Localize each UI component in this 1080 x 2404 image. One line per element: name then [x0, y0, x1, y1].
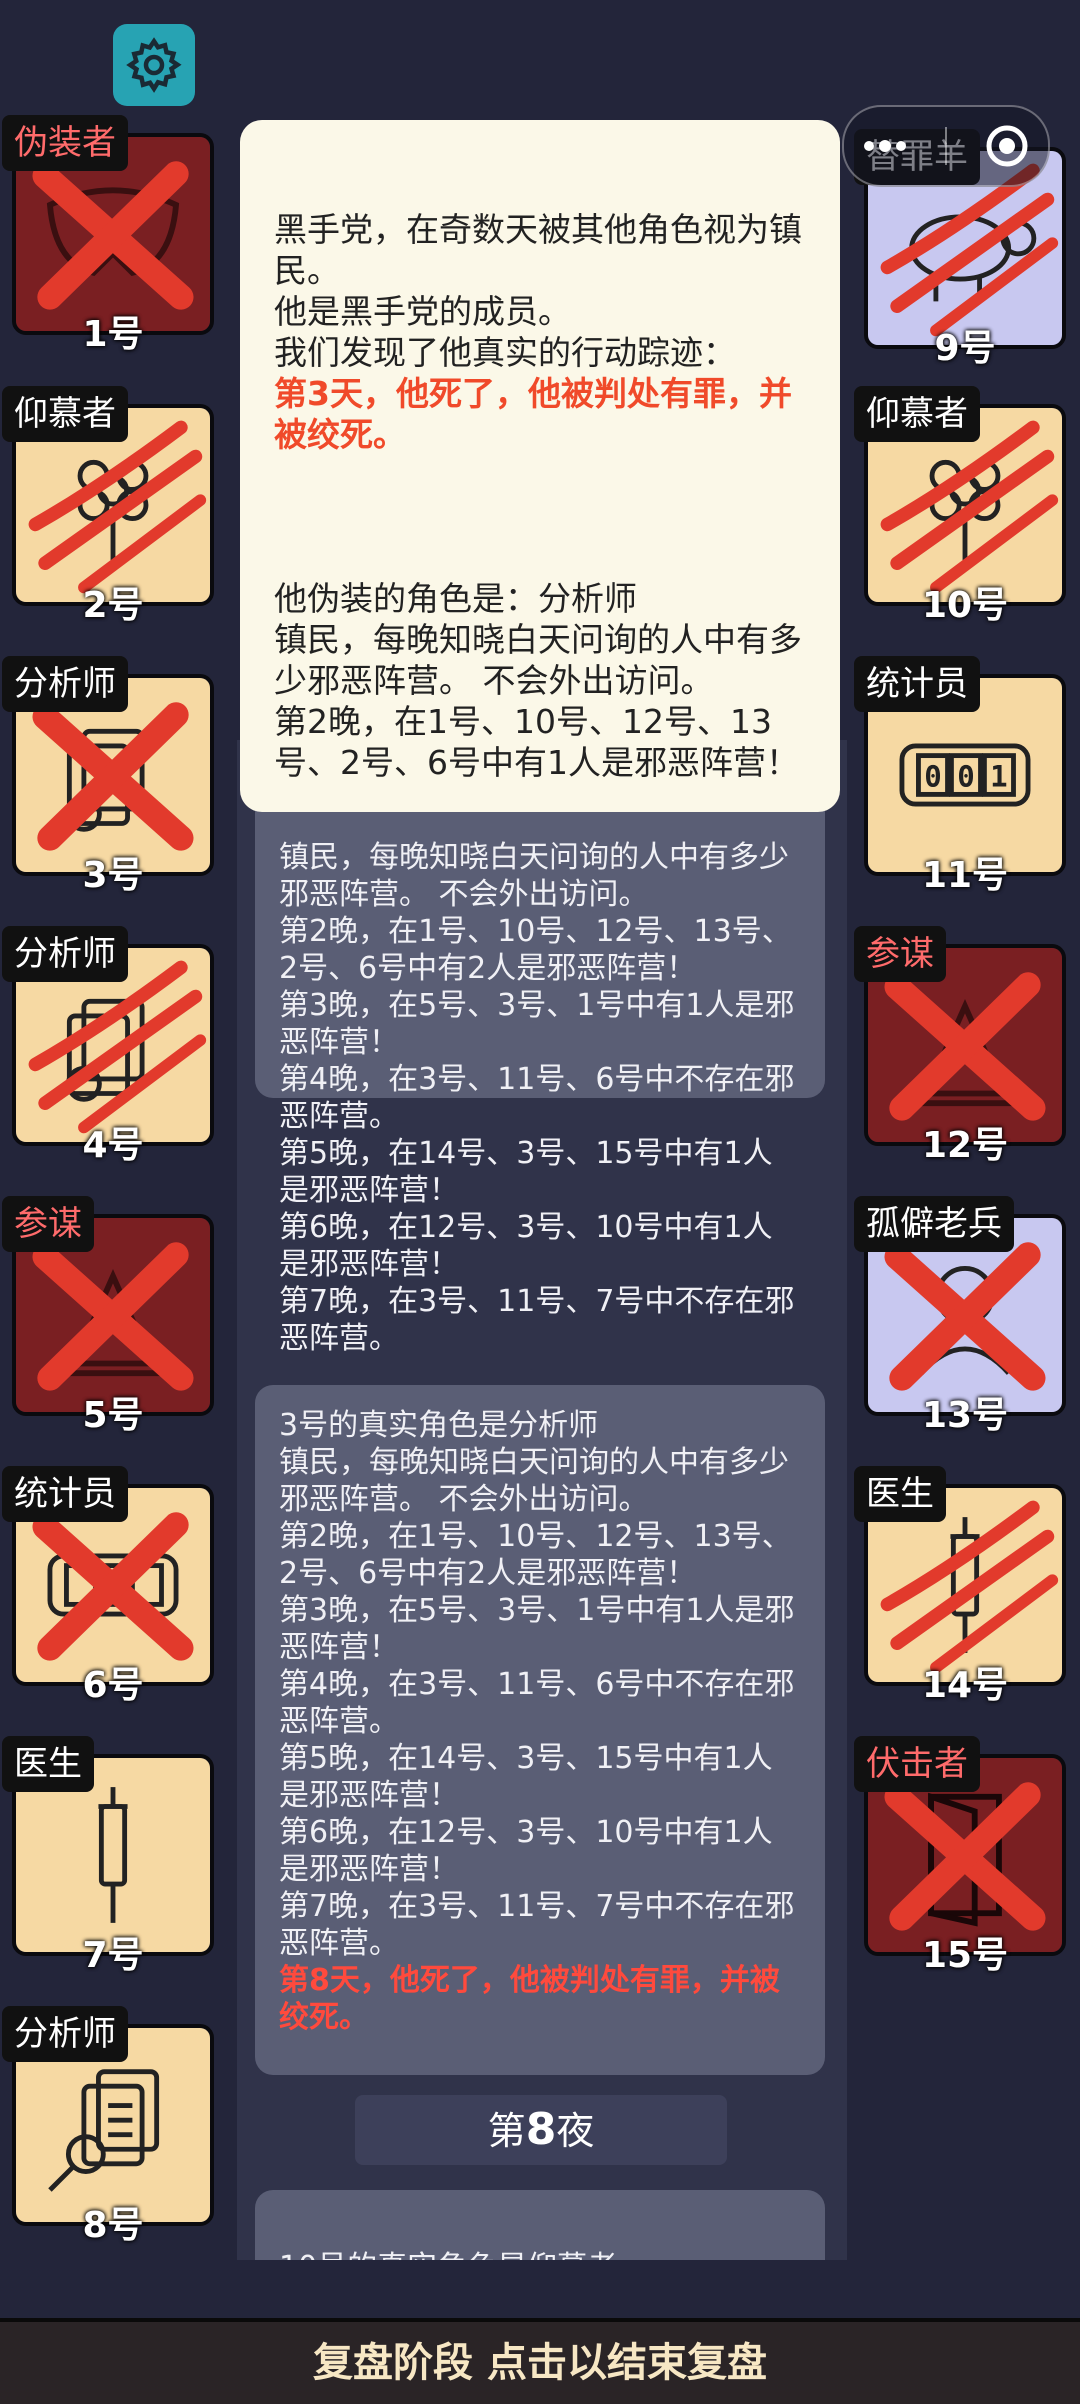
player-card-8[interactable]: 分析师 8号	[2, 2006, 214, 2246]
player-card-6[interactable]: 统计员 6号	[2, 1466, 214, 1706]
seat-number: 6号	[82, 1665, 144, 1706]
role-label: 分析师	[2, 926, 128, 982]
log-entry-2-text: 3号的真实角色是分析师 镇民，每晚知晓白天问询的人中有多少邪恶阵营。 不会外出访…	[279, 1408, 795, 1961]
seat-number: 4号	[82, 1125, 144, 1166]
role-label: 参谋	[2, 1196, 94, 1252]
role-label: 分析师	[2, 656, 128, 712]
seat-number: 12号	[921, 1125, 1009, 1166]
svg-text:1: 1	[990, 760, 1008, 794]
night-number: 8	[525, 2104, 557, 2155]
seat-number: 14号	[921, 1665, 1009, 1706]
role-label: 医生	[2, 1736, 94, 1792]
log-entry-2: 3号的真实角色是分析师 镇民，每晚知晓白天问询的人中有多少邪恶阵营。 不会外出访…	[255, 1385, 825, 2075]
capsule-divider	[944, 127, 947, 165]
review-log[interactable]: 镇民，每晚知晓白天问询的人中有多少邪恶阵营。 不会外出访问。 第2晚，在1号、1…	[237, 740, 847, 2260]
svg-text:0: 0	[957, 760, 975, 794]
player-card-12[interactable]: 参谋 12号	[854, 926, 1066, 1166]
seat-number: 5号	[82, 1395, 144, 1436]
player-card-1[interactable]: 伪装者 1号	[2, 115, 214, 355]
role-label: 孤僻老兵	[854, 1196, 1014, 1252]
seat-number: 11号	[921, 855, 1009, 896]
role-label: 仰慕者	[2, 386, 128, 442]
role-label: 参谋	[854, 926, 946, 982]
end-review-bar[interactable]: 复盘阶段 点击以结束复盘	[0, 2318, 1080, 2404]
player-card-5[interactable]: 参谋 5号	[2, 1196, 214, 1436]
log-entry-1-text: 镇民，每晚知晓白天问询的人中有多少邪恶阵营。 不会外出访问。 第2晚，在1号、1…	[279, 840, 795, 1356]
role-label: 伏击者	[854, 1736, 980, 1792]
player-card-4[interactable]: 分析师 4号	[2, 926, 214, 1166]
player-card-13[interactable]: 孤僻老兵 13号	[854, 1196, 1066, 1436]
player-card-7[interactable]: 医生 7号	[2, 1736, 214, 1976]
role-detail-popup[interactable]: 黑手党，在奇数天被其他角色视为镇民。 他是黑手党的成员。 我们发现了他真实的行动…	[240, 120, 840, 812]
seat-number: 2号	[82, 585, 144, 626]
player-card-10[interactable]: 仰慕者 10号	[854, 386, 1066, 626]
seat-number: 9号	[934, 328, 996, 369]
player-card-2[interactable]: 仰慕者 2号	[2, 386, 214, 626]
role-label: 统计员	[2, 1466, 128, 1522]
player-card-14[interactable]: 医生 14号	[854, 1466, 1066, 1706]
log-entry-3-text: 10号的真实角色是仰慕者 镇民，游戏开始时选择一人，在该	[279, 2250, 729, 2260]
role-label: 仰慕者	[854, 386, 980, 442]
popup-intro: 黑手党，在奇数天被其他角色视为镇民。 他是黑手党的成员。 我们发现了他真实的行动…	[274, 210, 802, 372]
close-target-icon[interactable]	[984, 123, 1030, 169]
night-suffix: 夜	[556, 2109, 595, 2153]
night-header: 第8夜	[355, 2095, 727, 2165]
miniprogram-capsule[interactable]	[842, 105, 1050, 187]
player-card-15[interactable]: 伏击者 15号	[854, 1736, 1066, 1976]
log-entry-1: 镇民，每晚知晓白天问询的人中有多少邪恶阵营。 不会外出访问。 第2晚，在1号、1…	[255, 780, 825, 1356]
night-prefix: 第	[487, 2109, 526, 2153]
svg-text:0: 0	[924, 760, 942, 794]
seat-number: 8号	[82, 2205, 144, 2246]
seat-number: 13号	[921, 1395, 1009, 1436]
popup-disguise: 他伪装的角色是：分析师 镇民，每晚知晓白天问询的人中有多少邪恶阵营。 不会外出访…	[274, 579, 802, 782]
player-card-11[interactable]: 0 0 1 统计员 11号	[854, 656, 1066, 896]
role-label: 医生	[854, 1466, 946, 1522]
seat-number: 10号	[921, 585, 1009, 626]
role-label: 伪装者	[2, 115, 128, 171]
popup-death-text: 第3天，他死了，他被判处有罪，并被绞死。	[274, 374, 792, 454]
seat-number: 3号	[82, 855, 144, 896]
player-card-3[interactable]: 分析师 3号	[2, 656, 214, 896]
seat-number: 7号	[82, 1935, 144, 1976]
log-entry-3: 10号的真实角色是仰慕者 镇民，游戏开始时选择一人，在该	[255, 2190, 825, 2260]
role-label: 统计员	[854, 656, 980, 712]
log-entry-2-death: 第8天，他死了，他被判处有罪，并被绞死。	[279, 1963, 780, 2035]
seat-number: 1号	[82, 314, 144, 355]
role-label: 分析师	[2, 2006, 128, 2062]
more-icon[interactable]	[862, 139, 908, 153]
seat-number: 15号	[921, 1935, 1009, 1976]
